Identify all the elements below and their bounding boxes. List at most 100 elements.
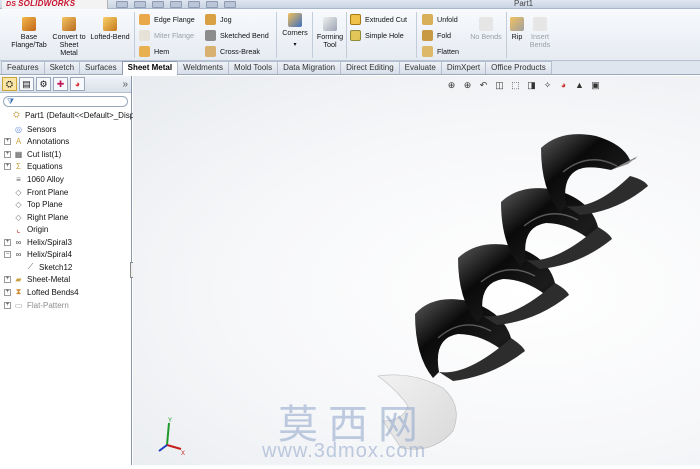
tab-office-products[interactable]: Office Products	[485, 61, 552, 74]
tree-lofted-bends[interactable]: + ⧗ Lofted Bends4	[4, 286, 79, 298]
helix-spiral3-icon: ∞	[15, 237, 22, 247]
tree-expander-icon[interactable]: +	[4, 162, 11, 170]
tab-data-migration[interactable]: Data Migration	[277, 61, 342, 74]
tab-dimxpert[interactable]: DimXpert	[440, 61, 487, 74]
apply-scene-icon[interactable]: ▲	[574, 80, 585, 91]
annotations-icon: A	[15, 136, 22, 146]
tree-front-plane[interactable]: ◇ Front Plane	[4, 186, 68, 198]
property-manager-tab-icon[interactable]: ▤	[19, 77, 34, 91]
tree-item-label: 1060 Alloy	[27, 174, 64, 184]
tree-expander-icon[interactable]: +	[4, 288, 11, 296]
edge-flange-button[interactable]: Edge Flange	[139, 12, 195, 26]
fold-button[interactable]: Fold	[422, 28, 451, 42]
command-manager-ribbon: Base Flange/Tab Convert to Sheet Metal L…	[0, 9, 700, 61]
tree-expander-icon[interactable]: −	[4, 250, 11, 258]
edit-appearance-icon[interactable]: ◕	[558, 80, 569, 91]
watermark-url: www.3dmox.com	[262, 440, 427, 462]
undo-icon[interactable]	[188, 1, 200, 8]
expand-pane-icon[interactable]: »	[122, 79, 128, 90]
sketched-bend-button[interactable]: Sketched Bend	[205, 28, 269, 42]
tab-sheet-metal[interactable]: Sheet Metal	[121, 61, 179, 75]
tree-expander-icon[interactable]: +	[4, 275, 11, 283]
configuration-manager-tab-icon[interactable]: ⚙	[36, 77, 51, 91]
dimxpert-manager-tab-icon[interactable]: ✚	[53, 77, 68, 91]
select-icon[interactable]	[206, 1, 218, 8]
rebuild-icon[interactable]	[224, 1, 236, 8]
hide-show-items-icon[interactable]: ✧	[542, 80, 553, 91]
zoom-to-area-icon[interactable]: ⊕	[462, 80, 473, 91]
unfold-button[interactable]: Unfold	[422, 12, 458, 26]
flatten-button[interactable]: Flatten	[422, 44, 459, 58]
tree-origin[interactable]: ⌞ Origin	[4, 223, 49, 235]
display-manager-tab-icon[interactable]: ◕	[70, 77, 85, 91]
title-bar: DS SOLIDWORKS Part1	[0, 0, 700, 9]
rip-button[interactable]: Rip	[508, 17, 526, 41]
simple-hole-button[interactable]: Simple Hole	[350, 28, 404, 42]
ribbon-separator	[346, 12, 347, 58]
forming-tool-button[interactable]: Forming Tool	[314, 17, 346, 49]
tree-item-label: Lofted Bends4	[27, 287, 79, 297]
tree-item-label: Part1 (Default<<Default>_Disp	[25, 110, 135, 120]
tab-surfaces[interactable]: Surfaces	[79, 61, 123, 74]
sketch12-icon: ⟋	[27, 262, 34, 271]
tree-filter[interactable]: ⧩	[3, 96, 128, 107]
tree-item-label: Sketch12	[39, 262, 73, 272]
chevron-down-icon[interactable]: ▾	[293, 41, 296, 49]
tab-weldments[interactable]: Weldments	[177, 61, 229, 74]
miter-flange-button[interactable]: Miter Flange	[139, 28, 194, 42]
tab-evaluate[interactable]: Evaluate	[398, 61, 442, 74]
tree-expander-icon[interactable]: +	[4, 238, 11, 246]
lofted-bend-button[interactable]: Lofted-Bend	[88, 17, 132, 41]
jog-button[interactable]: Jog	[205, 12, 232, 26]
tree-expander-icon[interactable]: +	[4, 137, 11, 145]
tree-annotations[interactable]: + A Annotations	[4, 135, 69, 147]
tree-expander-icon[interactable]: +	[4, 150, 11, 158]
tab-sketch[interactable]: Sketch	[43, 61, 81, 74]
tree-sketch12[interactable]: ⟋ Sketch12	[16, 261, 73, 273]
tree-sensors[interactable]: ◎ Sensors	[4, 123, 56, 135]
tree-part-root[interactable]: ⛭ Part1 (Default<<Default>_Disp	[2, 109, 134, 121]
filter-icon: ⧩	[7, 96, 15, 106]
zoom-to-fit-icon[interactable]: ⊕	[446, 80, 457, 91]
print-icon[interactable]	[170, 1, 182, 8]
tree-material[interactable]: ≡ 1060 Alloy	[4, 173, 64, 185]
tab-mold-tools[interactable]: Mold Tools	[227, 61, 279, 74]
tree-item-label: Flat-Pattern	[27, 300, 69, 310]
tree-cut-list[interactable]: + ▦ Cut list(1)	[4, 148, 61, 160]
tree-item-label: Right Plane	[27, 212, 69, 222]
view-orientation-icon[interactable]: ⬚	[510, 80, 521, 91]
no-bends-button[interactable]: No Bends	[468, 17, 504, 41]
hem-button[interactable]: Hem	[139, 44, 169, 58]
tab-features[interactable]: Features	[1, 61, 45, 74]
tree-helix-spiral4[interactable]: − ∞ Helix/Spiral4	[4, 248, 72, 260]
feature-manager-tab-icon[interactable]: ⛭	[2, 77, 17, 91]
extruded-cut-button[interactable]: Extruded Cut	[350, 12, 407, 26]
view-settings-icon[interactable]: ▣	[590, 80, 601, 91]
section-view-icon[interactable]: ◫	[494, 80, 505, 91]
open-document-icon[interactable]	[134, 1, 146, 8]
display-style-icon[interactable]: ◨	[526, 80, 537, 91]
tree-equations[interactable]: + Σ Equations	[4, 160, 63, 172]
corners-button[interactable]: Corners ▾	[279, 13, 311, 49]
cross-break-button[interactable]: Cross-Break	[205, 44, 260, 58]
tab-direct-editing[interactable]: Direct Editing	[340, 61, 400, 74]
convert-to-sheet-metal-button[interactable]: Convert to Sheet Metal	[52, 17, 86, 57]
insert-bends-button[interactable]: Insert Bends	[526, 17, 554, 49]
simple-hole-icon	[350, 29, 361, 41]
base-flange-button[interactable]: Base Flange/Tab	[6, 17, 52, 49]
new-document-icon[interactable]	[116, 1, 128, 8]
tree-helix-spiral3[interactable]: + ∞ Helix/Spiral3	[4, 236, 72, 248]
tree-sheet-metal[interactable]: + ▰ Sheet-Metal	[4, 273, 70, 285]
save-icon[interactable]	[152, 1, 164, 8]
convert-to-sheet-metal-icon	[62, 17, 76, 31]
solidworks-logo[interactable]: DS SOLIDWORKS	[2, 0, 108, 9]
tree-item-label: Helix/Spiral3	[27, 237, 72, 247]
tree-top-plane[interactable]: ◇ Top Plane	[4, 198, 62, 210]
jog-icon	[205, 13, 216, 25]
lofted-bend-icon	[103, 17, 117, 31]
tree-flat-pattern[interactable]: + ▭ Flat-Pattern	[4, 299, 69, 311]
tree-right-plane[interactable]: ◇ Right Plane	[4, 211, 68, 223]
front-plane-icon: ◇	[15, 187, 22, 197]
previous-view-icon[interactable]: ↶	[478, 80, 489, 91]
tree-expander-icon[interactable]: +	[4, 301, 11, 309]
